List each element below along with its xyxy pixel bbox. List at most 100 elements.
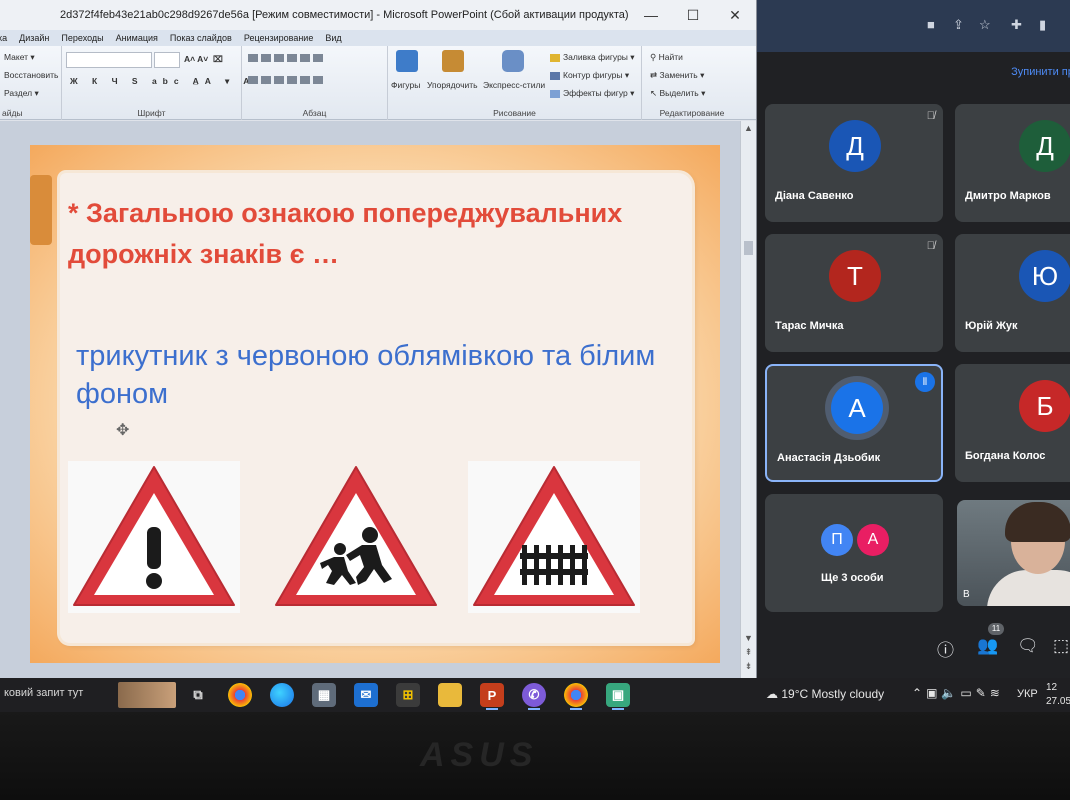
tab-insert[interactable]: ка (0, 33, 19, 43)
participant-name: Тарас Мичка (775, 320, 844, 332)
align-buttons[interactable] (248, 74, 326, 84)
tab-view[interactable]: Вид (325, 33, 353, 43)
system-tray[interactable]: ⌃▣🔈▭✎≋ (912, 686, 1004, 700)
powerpoint-icon[interactable]: P (480, 683, 504, 710)
people-icon[interactable]: 👥 (977, 636, 998, 656)
drawing-group-label: Рисование (493, 108, 536, 118)
tab-animation[interactable]: Анимация (116, 33, 170, 43)
chrome-2-icon[interactable] (564, 683, 588, 710)
editing-group-label: Редактирование (659, 108, 725, 118)
camera-person-body (987, 570, 1070, 606)
screen: 2d372f4feb43e21ab0c298d9267de56a [Режим … (0, 0, 1070, 712)
scroll-up-icon[interactable]: ▲ (744, 123, 753, 133)
camera-icon[interactable]: ■ (927, 17, 935, 32)
clock[interactable]: 12 27.05 (1046, 681, 1070, 709)
camera-tray-icon: ▣ (926, 686, 942, 700)
viber-icon[interactable]: ✆ (522, 683, 546, 710)
participant-tile[interactable]: 🎙̸ Д Діана Савенко (765, 104, 943, 222)
clock-time: 12 (1046, 682, 1058, 693)
slide-title[interactable]: * Загальною ознакою попереджувальних дор… (68, 193, 698, 275)
meet-panel: ■ ⇪ ☆ ✚ ▮ Зупинити пре 🎙̸ Д Діана Савенк… (757, 0, 1070, 678)
select-button[interactable]: ↖ Выделить ▾ (650, 88, 705, 99)
tab-slideshow[interactable]: Показ слайдов (170, 33, 244, 43)
language-indicator[interactable]: УКР (1017, 688, 1038, 700)
quick-styles-button[interactable]: Экспресс-стили (483, 80, 545, 90)
prev-slide-icon[interactable]: ⇞ (744, 647, 753, 658)
mic-off-icon: 🎙̸ (926, 110, 935, 122)
store-icon[interactable]: ⊞ (396, 683, 420, 707)
slide[interactable]: * Загальною ознакою попереджувальних дор… (30, 145, 720, 663)
slide-editing-area[interactable]: * Загальною ознакою попереджувальних дор… (0, 121, 756, 678)
shapes-icon[interactable] (396, 50, 418, 72)
info-icon[interactable]: ⓘ (937, 636, 954, 661)
photos-icon[interactable]: ▣ (606, 683, 630, 710)
wifi-icon: ≋ (989, 686, 1004, 700)
slides-group-label: айды (2, 108, 23, 118)
file-explorer-icon[interactable] (438, 683, 462, 707)
calculator-icon[interactable]: ▦ (312, 683, 336, 707)
tab-review[interactable]: Рецензирование (244, 33, 326, 43)
list-buttons[interactable] (248, 52, 326, 62)
slide-answer-text[interactable]: трикутник з червоною облямівкою та білим… (76, 337, 696, 413)
tab-design[interactable]: Дизайн (19, 33, 61, 43)
edge-icon[interactable] (270, 683, 294, 707)
participant-tile[interactable]: 🎙̸ Т Тарас Мичка (765, 234, 943, 352)
star-icon[interactable]: ☆ (979, 17, 991, 33)
ribbon-tabs: ка Дизайн Переходы Анимация Показ слайдо… (0, 30, 756, 46)
shape-fill-button[interactable]: Заливка фигуры ▾ (550, 52, 635, 63)
section-button[interactable]: Раздел ▾ (4, 88, 39, 99)
tab-transitions[interactable]: Переходы (61, 33, 115, 43)
taskbar: ковий запит тут ⧉ ▦ ✉ ⊞ P ✆ ▣ ☁ 19°C Mos… (0, 678, 1070, 712)
arrange-icon[interactable] (442, 50, 464, 72)
layout-button[interactable]: Макет ▾ (4, 52, 35, 63)
task-view-icon[interactable]: ⧉ (186, 683, 210, 707)
battery-icon: ▭ (960, 686, 976, 700)
mic-off-icon: 🎙̸ (926, 240, 935, 252)
participant-tile[interactable]: Б Богдана Колос (955, 364, 1070, 482)
stop-presenting-button[interactable]: Зупинити пре (1011, 66, 1070, 78)
brand-logo: ASUS (420, 736, 539, 774)
chat-icon[interactable]: 🗨 (1017, 636, 1039, 656)
vertical-scrollbar[interactable]: ▲ ▼ ⇞ ⇟ (740, 121, 756, 678)
quick-styles-icon[interactable] (502, 50, 524, 72)
taskbar-search[interactable]: ковий запит тут (4, 687, 83, 699)
sign-children-crossing[interactable] (270, 461, 442, 613)
replace-icon: ⇄ (650, 70, 658, 80)
shapes-button[interactable]: Фигуры (391, 80, 420, 90)
laptop-bezel: ASUS (0, 712, 1070, 800)
activities-icon[interactable]: ⬚ (1053, 636, 1069, 656)
bookmark-icon[interactable]: ▮ (1039, 17, 1046, 33)
minimize-button[interactable]: — (630, 0, 672, 30)
participant-tile-active[interactable]: ⦀ А Анастасія Дзьобик (765, 364, 943, 482)
share-icon[interactable]: ⇪ (953, 17, 964, 33)
camera-video-tile[interactable]: В (957, 500, 1070, 606)
weather-widget[interactable]: ☁ 19°C Mostly cloudy (766, 687, 884, 701)
shape-outline-button[interactable]: Контур фигуры ▾ (550, 70, 629, 81)
participant-name: Дмитро Марков (965, 190, 1051, 202)
shape-effects-button[interactable]: Эффекты фигур ▾ (550, 88, 634, 99)
more-participants-tile[interactable]: П А Ще 3 особи (765, 494, 943, 612)
font-size-input[interactable] (154, 52, 180, 68)
chrome-icon[interactable] (228, 683, 252, 707)
sign-level-crossing[interactable] (468, 461, 640, 613)
font-group-label: Шрифт (137, 108, 166, 118)
scroll-thumb[interactable] (744, 241, 753, 255)
replace-button[interactable]: ⇄ Заменить ▾ (650, 70, 704, 81)
close-button[interactable]: ✕ (714, 0, 756, 30)
arrange-button[interactable]: Упорядочить (427, 80, 478, 90)
participant-tile[interactable]: Д Дмитро Марков (955, 104, 1070, 222)
font-name-input[interactable] (66, 52, 152, 68)
extensions-icon[interactable]: ✚ (1011, 17, 1022, 33)
select-icon: ↖ (650, 88, 658, 98)
maximize-button[interactable]: ☐ (672, 0, 714, 30)
next-slide-icon[interactable]: ⇟ (744, 661, 753, 672)
font-size-buttons[interactable]: A˄ A˅ ⌧ (184, 54, 223, 65)
mail-icon[interactable]: ✉ (354, 683, 378, 707)
avatar: Д (1019, 120, 1070, 172)
pen-icon: ✎ (975, 686, 990, 700)
reset-button[interactable]: Восстановить (4, 70, 58, 80)
participant-tile[interactable]: Ю Юрій Жук (955, 234, 1070, 352)
sign-other-dangers[interactable] (68, 461, 240, 613)
scroll-down-icon[interactable]: ▼ (744, 633, 753, 643)
find-button[interactable]: ⚲ Найти (650, 52, 683, 63)
